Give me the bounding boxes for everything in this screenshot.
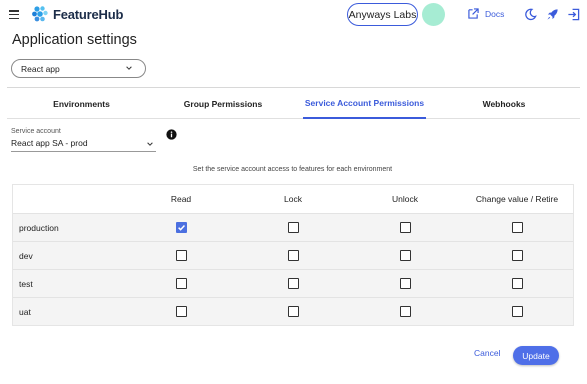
change-value-retire-checkbox[interactable] bbox=[511, 278, 523, 289]
service-account-select[interactable]: React app SA - prod bbox=[11, 138, 156, 152]
menu-icon[interactable] bbox=[9, 10, 19, 20]
tab-service-account-permissions[interactable]: Service Account Permissions bbox=[303, 88, 426, 119]
table-row: test bbox=[13, 269, 573, 297]
permission-cell bbox=[263, 270, 323, 297]
permission-cell bbox=[151, 242, 211, 269]
permission-cell bbox=[487, 242, 547, 269]
permission-cell bbox=[487, 270, 547, 297]
page-title: Application settings bbox=[12, 32, 137, 48]
permission-cell bbox=[375, 242, 435, 269]
table-row: uat bbox=[13, 297, 573, 325]
permissions-table: Read Lock Unlock Change value / Retire p… bbox=[12, 184, 574, 326]
permission-cell bbox=[375, 214, 435, 241]
change-value-retire-checkbox[interactable] bbox=[511, 222, 523, 233]
lock-checkbox[interactable] bbox=[287, 306, 299, 317]
table-row: dev bbox=[13, 241, 573, 269]
permission-cell bbox=[151, 298, 211, 325]
column-lock: Lock bbox=[284, 194, 302, 204]
logout-icon[interactable] bbox=[567, 8, 580, 21]
permissions-hint: Set the service account access to featur… bbox=[0, 166, 587, 173]
read-checkbox[interactable] bbox=[175, 250, 187, 261]
column-change-value-retire: Change value / Retire bbox=[475, 194, 559, 204]
table-body: production dev test uat bbox=[13, 213, 573, 325]
table-header-row: Read Lock Unlock Change value / Retire bbox=[13, 185, 573, 213]
column-unlock: Unlock bbox=[392, 194, 418, 204]
permission-cell bbox=[375, 298, 435, 325]
docs-link[interactable]: Docs bbox=[468, 8, 504, 19]
top-bar: FeatureHub Anyways Labs Docs bbox=[0, 0, 587, 30]
settings-tabs: Environments Group Permissions Service A… bbox=[7, 88, 580, 119]
permission-cell bbox=[375, 270, 435, 297]
external-link-icon bbox=[468, 8, 479, 19]
organization-switcher[interactable]: Anyways Labs bbox=[347, 3, 418, 26]
application-select-value: React app bbox=[21, 63, 60, 74]
tab-environments[interactable]: Environments bbox=[7, 88, 156, 119]
environment-name: dev bbox=[19, 250, 33, 261]
lock-checkbox[interactable] bbox=[287, 278, 299, 289]
unlock-checkbox[interactable] bbox=[399, 250, 411, 261]
permission-cell bbox=[151, 214, 211, 241]
info-icon[interactable] bbox=[166, 129, 177, 140]
read-checkbox[interactable] bbox=[175, 222, 187, 233]
update-button[interactable]: Update bbox=[513, 346, 559, 365]
unlock-checkbox[interactable] bbox=[399, 306, 411, 317]
permissions-hint-text: Set the service account access to featur… bbox=[192, 166, 393, 173]
column-read: Read bbox=[170, 194, 192, 204]
permission-cell bbox=[487, 298, 547, 325]
permission-cell bbox=[263, 242, 323, 269]
checkmark-icon bbox=[177, 225, 185, 231]
tab-group-permissions[interactable]: Group Permissions bbox=[156, 88, 290, 119]
chevron-down-icon bbox=[126, 66, 132, 70]
lock-checkbox[interactable] bbox=[287, 222, 299, 233]
brand-name: FeatureHub bbox=[53, 6, 124, 22]
permission-cell bbox=[151, 270, 211, 297]
avatar[interactable] bbox=[422, 3, 445, 26]
brand-logo[interactable]: FeatureHub bbox=[30, 4, 123, 24]
unlock-checkbox[interactable] bbox=[399, 222, 411, 233]
permission-cell bbox=[487, 214, 547, 241]
permission-cell bbox=[263, 298, 323, 325]
service-account-label: Service account bbox=[11, 128, 61, 135]
lock-checkbox[interactable] bbox=[287, 250, 299, 261]
change-value-retire-checkbox[interactable] bbox=[511, 306, 523, 317]
change-value-retire-checkbox[interactable] bbox=[511, 250, 523, 261]
table-row: production bbox=[13, 213, 573, 241]
dark-mode-icon[interactable] bbox=[524, 8, 537, 21]
environment-name: production bbox=[19, 222, 59, 233]
application-select[interactable]: React app bbox=[11, 59, 146, 78]
read-checkbox[interactable] bbox=[175, 306, 187, 317]
chevron-down-icon bbox=[147, 142, 153, 146]
cancel-button[interactable]: Cancel bbox=[474, 348, 500, 358]
service-account-value: React app SA - prod bbox=[11, 138, 88, 148]
permission-cell bbox=[263, 214, 323, 241]
docs-label: Docs bbox=[485, 8, 505, 19]
read-checkbox[interactable] bbox=[175, 278, 187, 289]
rocket-icon[interactable] bbox=[546, 8, 559, 21]
unlock-checkbox[interactable] bbox=[399, 278, 411, 289]
featurehub-logo-icon bbox=[32, 6, 48, 22]
environment-name: test bbox=[19, 278, 33, 289]
environment-name: uat bbox=[19, 306, 31, 317]
tab-webhooks[interactable]: Webhooks bbox=[439, 88, 569, 119]
